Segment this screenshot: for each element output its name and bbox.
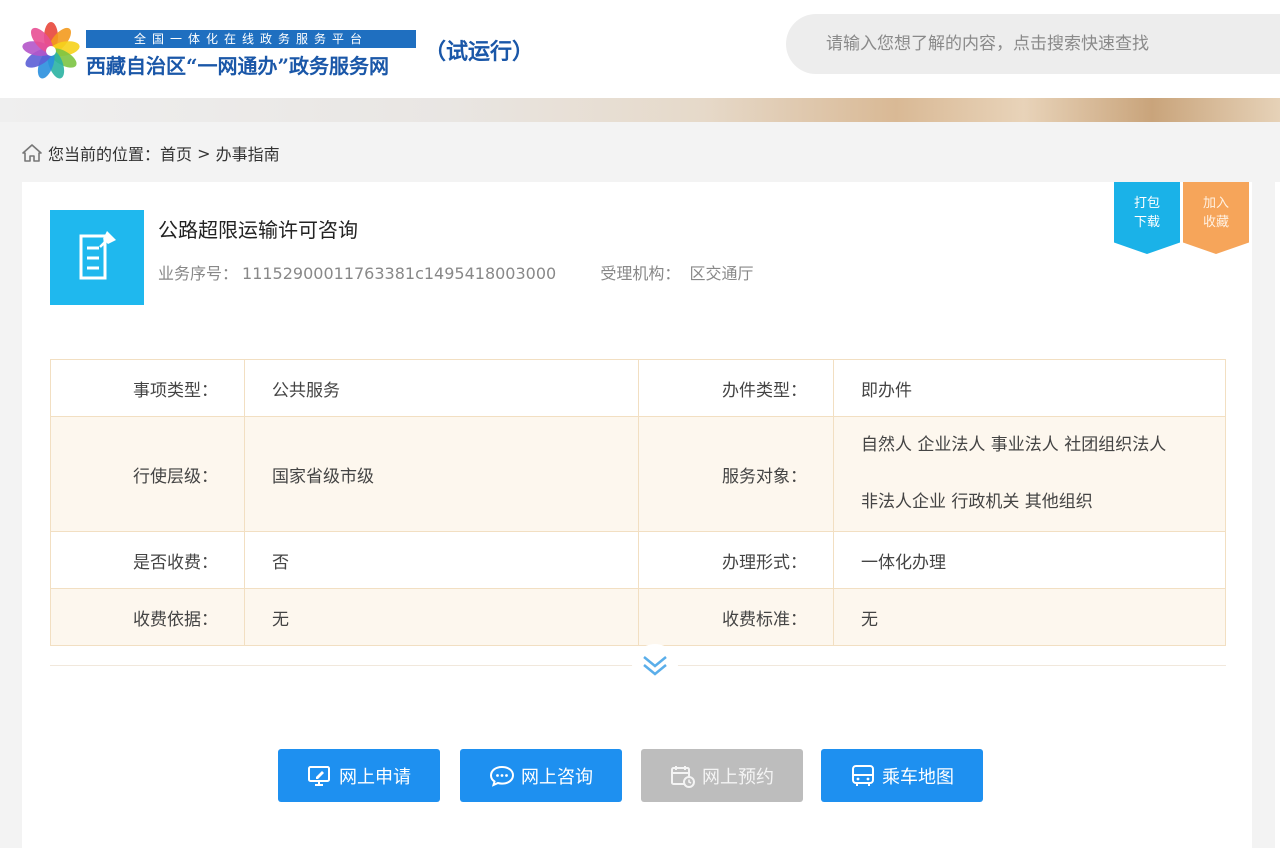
monitor-edit-icon	[308, 765, 330, 786]
service-target-value: 自然人 企业法人 事业法人 社团组织法人 非法人企业 行政机关 其他组织	[833, 416, 1226, 532]
online-apply-button[interactable]: 网上申请	[278, 749, 440, 802]
trial-badge: （试运行）	[424, 39, 535, 65]
table-row: 事项类型： 公共服务 办件类型： 即办件	[50, 359, 1226, 417]
service-meta: 业务序号： 11152900011763381c1495418003000 受理机…	[158, 260, 758, 284]
flower-logo-icon[interactable]	[22, 22, 80, 80]
online-reserve-button[interactable]: 网上预约	[641, 749, 803, 802]
case-type-label: 办件类型：	[638, 359, 834, 417]
table-row: 是否收费： 否 办理形式： 一体化办理	[50, 531, 1226, 589]
online-reserve-label: 网上预约	[702, 766, 774, 788]
service-id-value: 11152900011763381c1495418003000	[242, 264, 557, 283]
breadcrumb-separator: >	[192, 143, 216, 163]
search-box	[786, 14, 1280, 74]
home-icon	[22, 144, 42, 162]
charge-basis-label: 收费依据：	[50, 588, 245, 646]
item-type-value: 公共服务	[244, 359, 639, 417]
handling-form-value: 一体化办理	[833, 531, 1226, 589]
table-row: 行使层级： 国家省级市级 服务对象： 自然人 企业法人 事业法人 社团组织法人 …	[50, 416, 1226, 532]
service-title: 公路超限运输许可咨询	[158, 218, 358, 242]
document-icon	[50, 210, 144, 305]
download-ribbon-line2: 下载	[1133, 215, 1160, 230]
service-org-label: 受理机构：	[600, 264, 681, 283]
breadcrumb-prefix: 您当前的位置：	[48, 145, 161, 164]
add-favorite-ribbon[interactable]: 加入 收藏	[1183, 182, 1249, 254]
service-guide-card: 公路超限运输许可咨询 业务序号： 11152900011763381c149541…	[22, 182, 1252, 848]
exercise-level-label: 行使层级：	[50, 416, 245, 532]
site-name[interactable]: 西藏自治区“一网通办”政务服务网	[86, 50, 389, 79]
item-type-label: 事项类型：	[50, 359, 245, 417]
service-id-label: 业务序号：	[158, 264, 239, 283]
online-apply-label: 网上申请	[339, 766, 411, 788]
charge-flag-value: 否	[244, 531, 639, 589]
double-chevron-down-icon	[643, 656, 667, 676]
search-input[interactable]	[786, 14, 1280, 74]
platform-tagline: 全国一体化在线政务服务平台	[86, 30, 416, 48]
service-info-table: 事项类型： 公共服务 办件类型： 即办件 行使层级： 国家省级市级 服务对象： …	[50, 359, 1226, 646]
download-package-ribbon[interactable]: 打包 下载	[1114, 182, 1180, 254]
side-panel-edge	[1275, 182, 1280, 848]
bus-icon	[852, 764, 874, 786]
bus-map-button[interactable]: 乘车地图	[821, 749, 983, 802]
charge-flag-label: 是否收费：	[50, 531, 245, 589]
chat-bubble-icon	[489, 765, 515, 787]
breadcrumb: 您当前的位置： 首页 > 办事指南	[22, 142, 280, 164]
service-org-value: 区交通厅	[689, 264, 754, 283]
favorite-ribbon-line1: 加入	[1202, 196, 1229, 211]
calendar-clock-icon	[671, 765, 695, 788]
exercise-level-value: 国家省级市级	[244, 416, 639, 532]
favorite-ribbon-line2: 收藏	[1202, 215, 1229, 230]
online-consult-label: 网上咨询	[521, 766, 593, 788]
case-type-value: 即办件	[833, 359, 1226, 417]
bus-map-label: 乘车地图	[882, 766, 954, 788]
charge-basis-value: 无	[244, 588, 639, 646]
breadcrumb-home-link[interactable]: 首页	[160, 141, 192, 165]
service-target-label: 服务对象：	[638, 416, 834, 532]
handling-form-label: 办理形式：	[638, 531, 834, 589]
decorative-banner	[0, 98, 1280, 122]
breadcrumb-current: 办事指南	[215, 145, 280, 164]
expand-more-button[interactable]	[632, 644, 678, 690]
download-ribbon-line1: 打包	[1133, 196, 1160, 211]
charge-standard-value: 无	[833, 588, 1226, 646]
table-row: 收费依据： 无 收费标准： 无	[50, 588, 1226, 646]
service-target-line: 自然人 企业法人 事业法人 社团组织法人	[861, 435, 1167, 455]
online-consult-button[interactable]: 网上咨询	[460, 749, 622, 802]
service-target-line: 非法人企业 行政机关 其他组织	[861, 492, 1093, 512]
charge-standard-label: 收费标准：	[638, 588, 834, 646]
site-header: 全国一体化在线政务服务平台 西藏自治区“一网通办”政务服务网 （试运行）	[0, 0, 1280, 98]
